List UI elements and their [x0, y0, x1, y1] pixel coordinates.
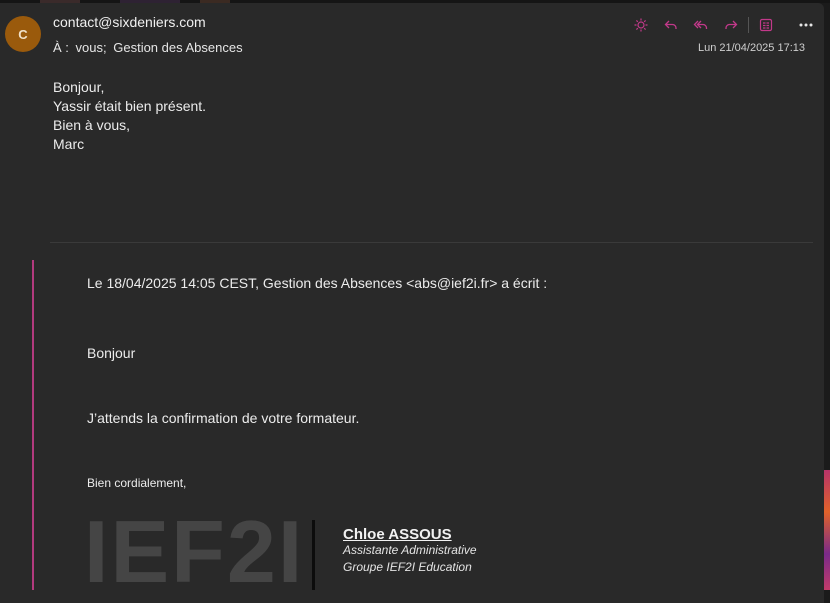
- reply-icon[interactable]: [660, 14, 682, 36]
- signature-logo: IEF2I: [84, 502, 305, 601]
- quoted-text: J’attends la confirmation de votre forma…: [87, 410, 360, 426]
- message-line: Bonjour,: [53, 79, 105, 95]
- background-decoration: [824, 470, 830, 590]
- more-icon[interactable]: [793, 14, 819, 36]
- message-body: Bonjour, Yassir était bien présent. Bien…: [53, 78, 206, 154]
- recipient-you[interactable]: vous;: [76, 40, 107, 55]
- quote-bar: [32, 260, 34, 590]
- message-line: Yassir était bien présent.: [53, 98, 207, 114]
- sender-email[interactable]: contact@sixdeniers.com: [53, 14, 206, 30]
- sun-icon[interactable]: [630, 14, 652, 36]
- quoted-greeting: Bonjour: [87, 345, 136, 361]
- reply-all-icon[interactable]: [690, 14, 712, 36]
- signature-divider: [312, 520, 315, 590]
- signature-role: Assistante Administrative: [343, 543, 477, 557]
- message-line: Bien à vous,: [53, 117, 131, 133]
- quoted-closing: Bien cordialement,: [87, 476, 187, 490]
- message-toolbar: [630, 14, 819, 36]
- forward-icon[interactable]: [720, 14, 742, 36]
- apps-icon[interactable]: [755, 14, 777, 36]
- message-line: Marc: [53, 136, 85, 152]
- signature-name: Chloe ASSOUS: [343, 526, 452, 543]
- recipient-gestion-absences[interactable]: Gestion des Absences: [113, 40, 242, 55]
- recipients-line: À : vous; Gestion des Absences: [53, 40, 246, 55]
- recipients-prefix: À :: [53, 40, 69, 55]
- avatar[interactable]: C: [5, 16, 41, 52]
- signature-org: Groupe IEF2I Education: [343, 560, 472, 574]
- quoted-header: Le 18/04/2025 14:05 CEST, Gestion des Ab…: [87, 275, 548, 291]
- toolbar-divider: [748, 17, 749, 33]
- sent-date: Lun 21/04/2025 17:13: [697, 42, 805, 54]
- divider: [50, 242, 813, 243]
